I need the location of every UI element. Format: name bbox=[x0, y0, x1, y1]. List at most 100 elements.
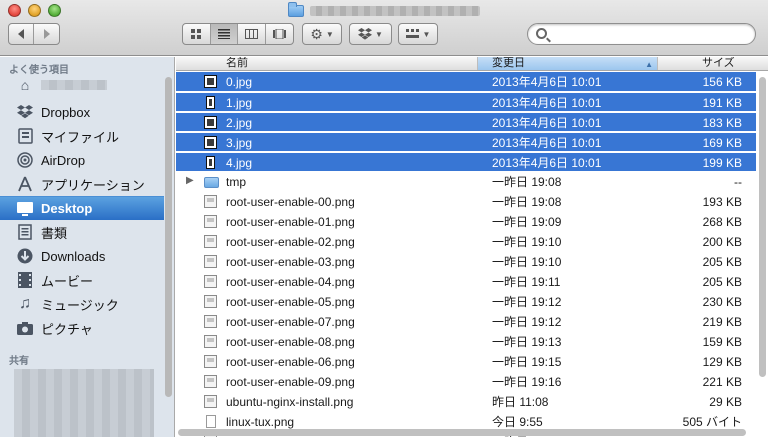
home-icon: ⌂ bbox=[20, 77, 30, 93]
file-name: root-user-enable-08.png bbox=[226, 335, 355, 349]
disclosure-triangle-icon[interactable]: ▶ bbox=[186, 175, 194, 186]
forward-button[interactable] bbox=[34, 24, 59, 44]
music-note-icon: ♫ bbox=[19, 295, 31, 312]
file-row[interactable]: 4.jpg 2013年4月6日 10:01 199 KB bbox=[176, 152, 756, 171]
coverflow-view-button[interactable] bbox=[266, 24, 293, 44]
column-header-size[interactable]: サイズ bbox=[658, 57, 768, 70]
sidebar-item-dropbox[interactable]: Dropbox bbox=[0, 100, 164, 124]
file-name: root-user-enable-01.png bbox=[226, 215, 355, 229]
file-modified-date: 一昨日 19:11 bbox=[492, 275, 561, 289]
image-file-icon bbox=[204, 75, 217, 88]
file-row[interactable]: root-user-enable-03.png 一昨日 19:10 205 KB bbox=[176, 252, 756, 271]
file-name: linux-tux.png bbox=[226, 415, 295, 429]
sidebar-item-downloads[interactable]: Downloads bbox=[0, 244, 164, 268]
file-row[interactable]: root-user-enable-01.png 一昨日 19:09 268 KB bbox=[176, 212, 756, 231]
search-input[interactable] bbox=[552, 26, 748, 42]
file-row[interactable]: ▶ tmp 一昨日 19:08 -- bbox=[176, 172, 756, 191]
back-button[interactable] bbox=[9, 24, 35, 44]
airdrop-icon bbox=[16, 151, 34, 169]
dropbox-icon bbox=[358, 28, 373, 40]
file-modified-date: 一昨日 19:10 bbox=[492, 235, 562, 249]
sidebar-item-home[interactable]: ⌂ bbox=[0, 73, 164, 97]
file-row[interactable]: root-user-enable-00.png 一昨日 19:08 193 KB bbox=[176, 192, 756, 211]
png-file-icon bbox=[204, 335, 217, 348]
file-row[interactable]: 1.jpg 2013年4月6日 10:01 191 KB bbox=[176, 92, 756, 111]
icon-view-icon bbox=[190, 28, 201, 39]
file-size: 169 KB bbox=[702, 136, 742, 150]
sidebar-item-all-my-files[interactable]: マイファイル bbox=[0, 124, 164, 148]
file-size: 200 KB bbox=[702, 235, 742, 249]
file-modified-date: 一昨日 19:08 bbox=[492, 195, 562, 209]
sidebar-item-label: Dropbox bbox=[41, 104, 91, 120]
image-file-icon bbox=[206, 96, 215, 109]
file-name: root-user-enable-06.png bbox=[226, 355, 355, 369]
sidebar-item-label: ミュージック bbox=[41, 297, 119, 313]
arrange-menu-button[interactable]: ▼ bbox=[398, 23, 438, 45]
file-name: root-user-enable-02.png bbox=[226, 235, 355, 249]
folder-icon bbox=[204, 177, 219, 188]
chevron-down-icon: ▼ bbox=[422, 29, 431, 39]
sidebar-item-applications[interactable]: アプリケーション bbox=[0, 172, 164, 196]
window-title-text-redacted bbox=[310, 6, 480, 16]
close-window-button[interactable] bbox=[8, 4, 21, 17]
column-header-date[interactable]: 変更日 ▲ bbox=[478, 57, 658, 70]
sidebar-item-label: ムービー bbox=[41, 273, 94, 289]
window-title bbox=[288, 2, 480, 19]
file-row[interactable]: 2.jpg 2013年4月6日 10:01 183 KB bbox=[176, 112, 756, 131]
sidebar-item-airdrop[interactable]: AirDrop bbox=[0, 148, 164, 172]
file-size: 156 KB bbox=[702, 75, 742, 89]
sidebar-heading-shared: 共有 bbox=[9, 356, 29, 367]
file-modified-date: 今日 9:55 bbox=[492, 415, 543, 429]
zoom-window-button[interactable] bbox=[48, 4, 61, 17]
chevron-down-icon: ▼ bbox=[325, 29, 334, 39]
column-view-button[interactable] bbox=[238, 24, 266, 44]
file-modified-date: 一昨日 19:15 bbox=[492, 355, 562, 369]
sidebar-item-pictures[interactable]: ピクチャ bbox=[0, 316, 164, 340]
desktop-icon bbox=[16, 200, 34, 218]
list-view-button[interactable] bbox=[210, 24, 238, 44]
file-name: root-user-enable-05.png bbox=[226, 295, 355, 309]
list-horizontal-scrollbar[interactable] bbox=[178, 429, 746, 436]
action-menu-button[interactable]: ⚙ ▼ bbox=[302, 23, 342, 45]
grid-icon bbox=[405, 29, 419, 38]
file-row[interactable]: root-user-enable-05.png 一昨日 19:12 230 KB bbox=[176, 292, 756, 311]
sidebar-item-desktop[interactable]: Desktop bbox=[0, 196, 164, 220]
document-icon bbox=[206, 415, 216, 428]
file-size: 268 KB bbox=[702, 215, 742, 229]
sidebar-scrollbar[interactable] bbox=[165, 77, 172, 397]
file-modified-date: 一昨日 19:10 bbox=[492, 255, 562, 269]
column-header-name[interactable]: 名前 bbox=[176, 57, 478, 70]
file-row[interactable]: root-user-enable-04.png 一昨日 19:11 205 KB bbox=[176, 272, 756, 291]
sidebar-item-label: マイファイル bbox=[41, 129, 120, 145]
icon-view-button[interactable] bbox=[183, 24, 211, 44]
sidebar-shared-items-redacted bbox=[14, 369, 154, 437]
file-row[interactable]: 0.jpg 2013年4月6日 10:01 156 KB bbox=[176, 72, 756, 91]
list-vertical-scrollbar[interactable] bbox=[759, 77, 766, 377]
sidebar-item-documents[interactable]: 書類 bbox=[0, 220, 164, 244]
minimize-window-button[interactable] bbox=[28, 4, 41, 17]
file-size: 129 KB bbox=[702, 355, 742, 369]
dropbox-menu-button[interactable]: ▼ bbox=[349, 23, 392, 45]
png-file-icon bbox=[204, 315, 217, 328]
file-row[interactable]: root-user-enable-06.png 一昨日 19:15 129 KB bbox=[176, 352, 756, 371]
file-name: 1.jpg bbox=[226, 96, 253, 110]
png-file-icon bbox=[204, 355, 217, 368]
file-row[interactable]: root-user-enable-08.png 一昨日 19:13 159 KB bbox=[176, 332, 756, 351]
column-view-icon bbox=[244, 29, 258, 39]
png-file-icon bbox=[204, 275, 217, 288]
sidebar-item-music[interactable]: ♫ ミュージック bbox=[0, 292, 164, 316]
file-name: root-user-enable-03.png bbox=[226, 255, 355, 269]
movies-icon bbox=[16, 271, 34, 289]
file-row[interactable]: root-user-enable-02.png 一昨日 19:10 200 KB bbox=[176, 232, 756, 251]
file-row[interactable]: ubuntu-nginx-install.png 昨日 11:08 29 KB bbox=[176, 392, 756, 411]
file-row[interactable]: 3.jpg 2013年4月6日 10:01 169 KB bbox=[176, 132, 756, 151]
file-row[interactable]: root-user-enable-07.png 一昨日 19:12 219 KB bbox=[176, 312, 756, 331]
file-row[interactable]: root-user-enable-09.png 一昨日 19:16 221 KB bbox=[176, 372, 756, 391]
sidebar: よく使う項目 ⌂ Dropbox マイファイル AirDrop アプリケーション… bbox=[0, 57, 175, 437]
sidebar-item-label: AirDrop bbox=[41, 152, 86, 168]
file-name: root-user-enable-04.png bbox=[226, 275, 355, 289]
documents-icon bbox=[16, 223, 34, 241]
sidebar-item-movies[interactable]: ムービー bbox=[0, 268, 164, 292]
coverflow-view-icon bbox=[272, 29, 286, 39]
search-field[interactable] bbox=[527, 23, 756, 45]
